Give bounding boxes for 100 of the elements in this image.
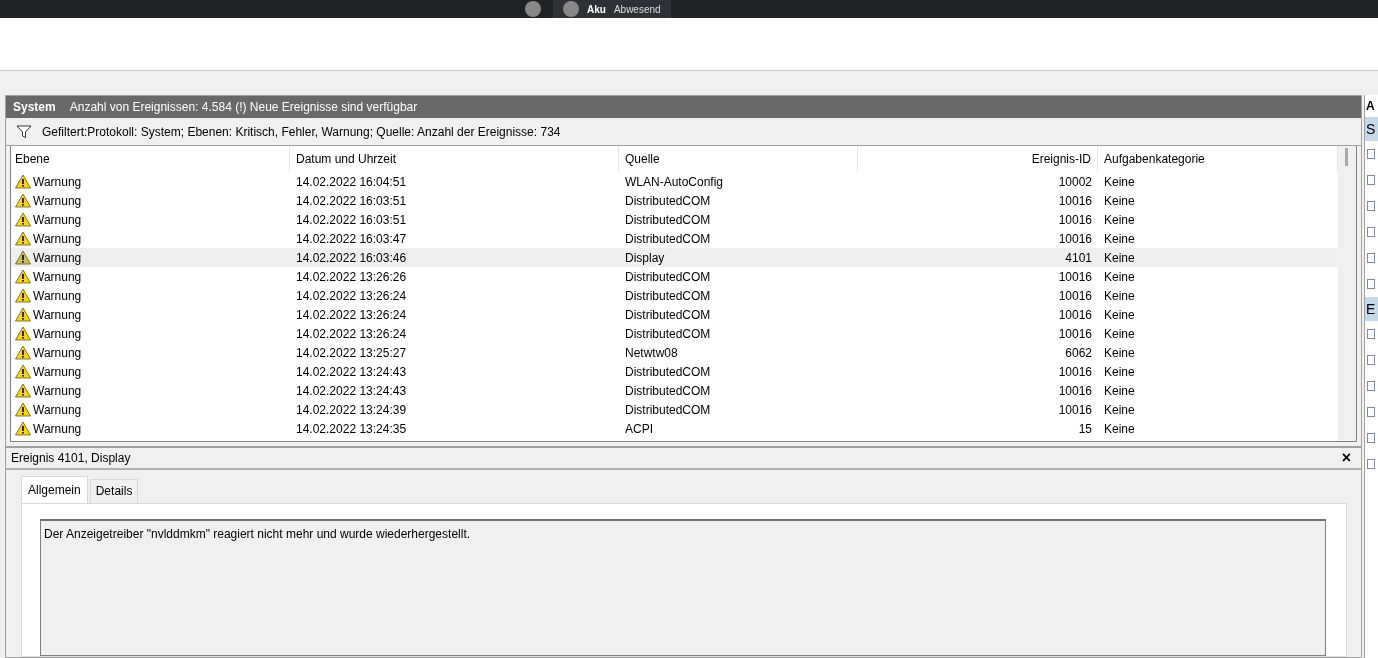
table-row[interactable]: Warnung 14.02.2022 16:03:51 DistributedCOM 10016 Keine	[11, 210, 1338, 229]
category-cell-text: Keine	[1103, 325, 1136, 343]
section-header[interactable]: S	[1365, 117, 1378, 141]
table-row[interactable]: Warnung 14.02.2022 13:24:43 DistributedCOM 10016 Keine	[11, 381, 1338, 400]
table-row[interactable]: Warnung 14.02.2022 13:26:24 DistributedCOM 10016 Keine	[11, 324, 1338, 343]
table-row[interactable]: Warnung 14.02.2022 16:03:47 DistributedCOM 10016 Keine	[11, 229, 1338, 248]
date-cell-text: 14.02.2022 13:26:24	[295, 306, 408, 324]
date-cell-text: 14.02.2022 13:24:43	[295, 382, 408, 400]
date-cell-text: 14.02.2022 16:04:51	[295, 173, 408, 191]
action-icon[interactable]	[1367, 407, 1375, 417]
level-text: Warnung	[33, 192, 82, 210]
table-row[interactable]: Warnung 14.02.2022 13:26:26 DistributedCOM 10016 Keine	[11, 267, 1338, 286]
column-header[interactable]: Ebene	[11, 146, 290, 172]
date-cell-text: 14.02.2022 16:03:46	[295, 249, 408, 267]
action-icon[interactable]	[1367, 201, 1375, 211]
detail-title: Ereignis 4101, Display	[11, 450, 131, 467]
warning-icon	[15, 364, 31, 379]
section-header[interactable]: E	[1365, 297, 1378, 321]
date-cell-text: 14.02.2022 16:03:51	[295, 192, 408, 210]
scrollbar[interactable]	[1338, 146, 1356, 441]
source-cell-text: DistributedCOM	[624, 211, 712, 229]
source-cell-text: DistributedCOM	[624, 382, 712, 400]
source-cell-text: DistributedCOM	[624, 192, 712, 210]
tab[interactable]: Allgemein	[21, 476, 88, 503]
table-row[interactable]: Warnung 14.02.2022 13:24:35 ACPI 15 Keine	[11, 419, 1338, 438]
table-row[interactable]: Warnung 14.02.2022 13:24:39 DistributedCOM 10016 Keine	[11, 400, 1338, 419]
action-icon[interactable]	[1367, 149, 1375, 159]
source-cell-text: DistributedCOM	[624, 363, 712, 381]
pane-header: A	[1365, 98, 1376, 115]
event-id-cell-text: 10016	[1057, 325, 1093, 343]
date-cell-text: 14.02.2022 13:26:24	[295, 287, 408, 305]
warning-icon	[15, 345, 31, 360]
action-icon[interactable]	[1367, 279, 1375, 289]
category-cell-text: Keine	[1103, 363, 1136, 381]
action-icon[interactable]	[1367, 253, 1375, 263]
table-row[interactable]: Warnung 14.02.2022 16:04:51 WLAN-AutoConfig 10002 Keine	[11, 172, 1338, 191]
warning-icon	[15, 402, 31, 417]
category-cell-text: Keine	[1103, 268, 1136, 286]
level-text: Warnung	[33, 173, 82, 191]
source-cell-text: DistributedCOM	[624, 268, 712, 286]
avatar-icon	[563, 1, 579, 17]
source-cell-text: DistributedCOM	[624, 230, 712, 248]
category-cell-text: Keine	[1103, 344, 1136, 362]
filter-icon	[16, 124, 32, 139]
table-row[interactable]: Warnung 14.02.2022 16:03:46 Display 4101 Keine	[11, 248, 1338, 267]
table-row[interactable]: Warnung 14.02.2022 13:26:24 DistributedCOM 10016 Keine	[11, 305, 1338, 324]
category-cell-text: Keine	[1103, 230, 1136, 248]
level-text: Warnung	[33, 306, 82, 324]
warning-icon	[15, 421, 31, 436]
source-cell-text: DistributedCOM	[624, 287, 712, 305]
event-id-cell-text: 10016	[1057, 268, 1093, 286]
category-cell-text: Keine	[1103, 420, 1136, 438]
warning-icon	[15, 383, 31, 398]
tab[interactable]: Details	[89, 479, 139, 503]
action-icon[interactable]	[1367, 355, 1375, 365]
level-text: Warnung	[33, 325, 82, 343]
warning-icon	[15, 326, 31, 341]
level-text: Warnung	[33, 268, 82, 286]
warning-icon	[15, 307, 31, 322]
level-text: Warnung	[33, 211, 82, 229]
column-header[interactable]: Ereignis-ID	[858, 146, 1098, 172]
date-cell-text: 14.02.2022 13:25:27	[295, 344, 408, 362]
level-text: Warnung	[33, 363, 82, 381]
source-cell-text: Netwtw08	[624, 344, 679, 362]
action-icon[interactable]	[1367, 175, 1375, 185]
table-row[interactable]: Warnung 14.02.2022 16:03:51 DistributedCOM 10016 Keine	[11, 191, 1338, 210]
source-cell-text: DistributedCOM	[624, 306, 712, 324]
event-id-cell-text: 15	[1077, 420, 1093, 438]
date-cell-text: 14.02.2022 16:03:47	[295, 230, 408, 248]
source-cell-text: ACPI	[624, 420, 654, 438]
event-id-cell-text: 10016	[1057, 306, 1093, 324]
column-header[interactable]: Quelle	[619, 146, 858, 172]
action-icon[interactable]	[1367, 433, 1375, 443]
warning-icon	[15, 288, 31, 303]
event-id-cell-text: 10002	[1057, 173, 1093, 191]
category-cell-text: Keine	[1103, 192, 1136, 210]
event-id-cell-text: 4101	[1064, 249, 1093, 267]
event-id-cell-text: 10016	[1057, 287, 1093, 305]
action-icon[interactable]	[1367, 227, 1375, 237]
table-row[interactable]: Warnung 14.02.2022 13:25:27 Netwtw08 6062 Keine	[11, 343, 1338, 362]
action-icon[interactable]	[1367, 381, 1375, 391]
source-cell-text: WLAN-AutoConfig	[624, 173, 725, 191]
warning-icon	[15, 231, 31, 246]
event-count-summary: Anzahl von Ereignissen: 4.584 (!) Neue Ereignisse sind verfügbar	[69, 99, 418, 116]
action-icon[interactable]	[1367, 329, 1375, 339]
table-row[interactable]: Warnung 14.02.2022 13:24:43 DistributedCOM 10016 Keine	[11, 362, 1338, 381]
date-cell-text: 14.02.2022 13:24:43	[295, 363, 408, 381]
column-header[interactable]: Datum und Uhrzeit	[290, 146, 619, 172]
event-id-cell-text: 10016	[1057, 382, 1093, 400]
table-row[interactable]: Warnung 14.02.2022 13:26:24 DistributedCOM 10016 Keine	[11, 286, 1338, 305]
date-cell-text: 14.02.2022 13:24:35	[295, 420, 408, 438]
category-cell-text: Keine	[1103, 287, 1136, 305]
contact-status: Abwesend	[613, 2, 661, 17]
close-button[interactable]: ×	[1341, 450, 1351, 466]
event-id-cell-text: 6062	[1064, 344, 1093, 362]
date-cell-text: 14.02.2022 13:26:24	[295, 325, 408, 343]
avatar-icon	[525, 1, 541, 17]
date-cell-text: 14.02.2022 13:26:26	[295, 268, 408, 286]
level-text: Warnung	[33, 382, 82, 400]
action-icon[interactable]	[1367, 459, 1375, 469]
